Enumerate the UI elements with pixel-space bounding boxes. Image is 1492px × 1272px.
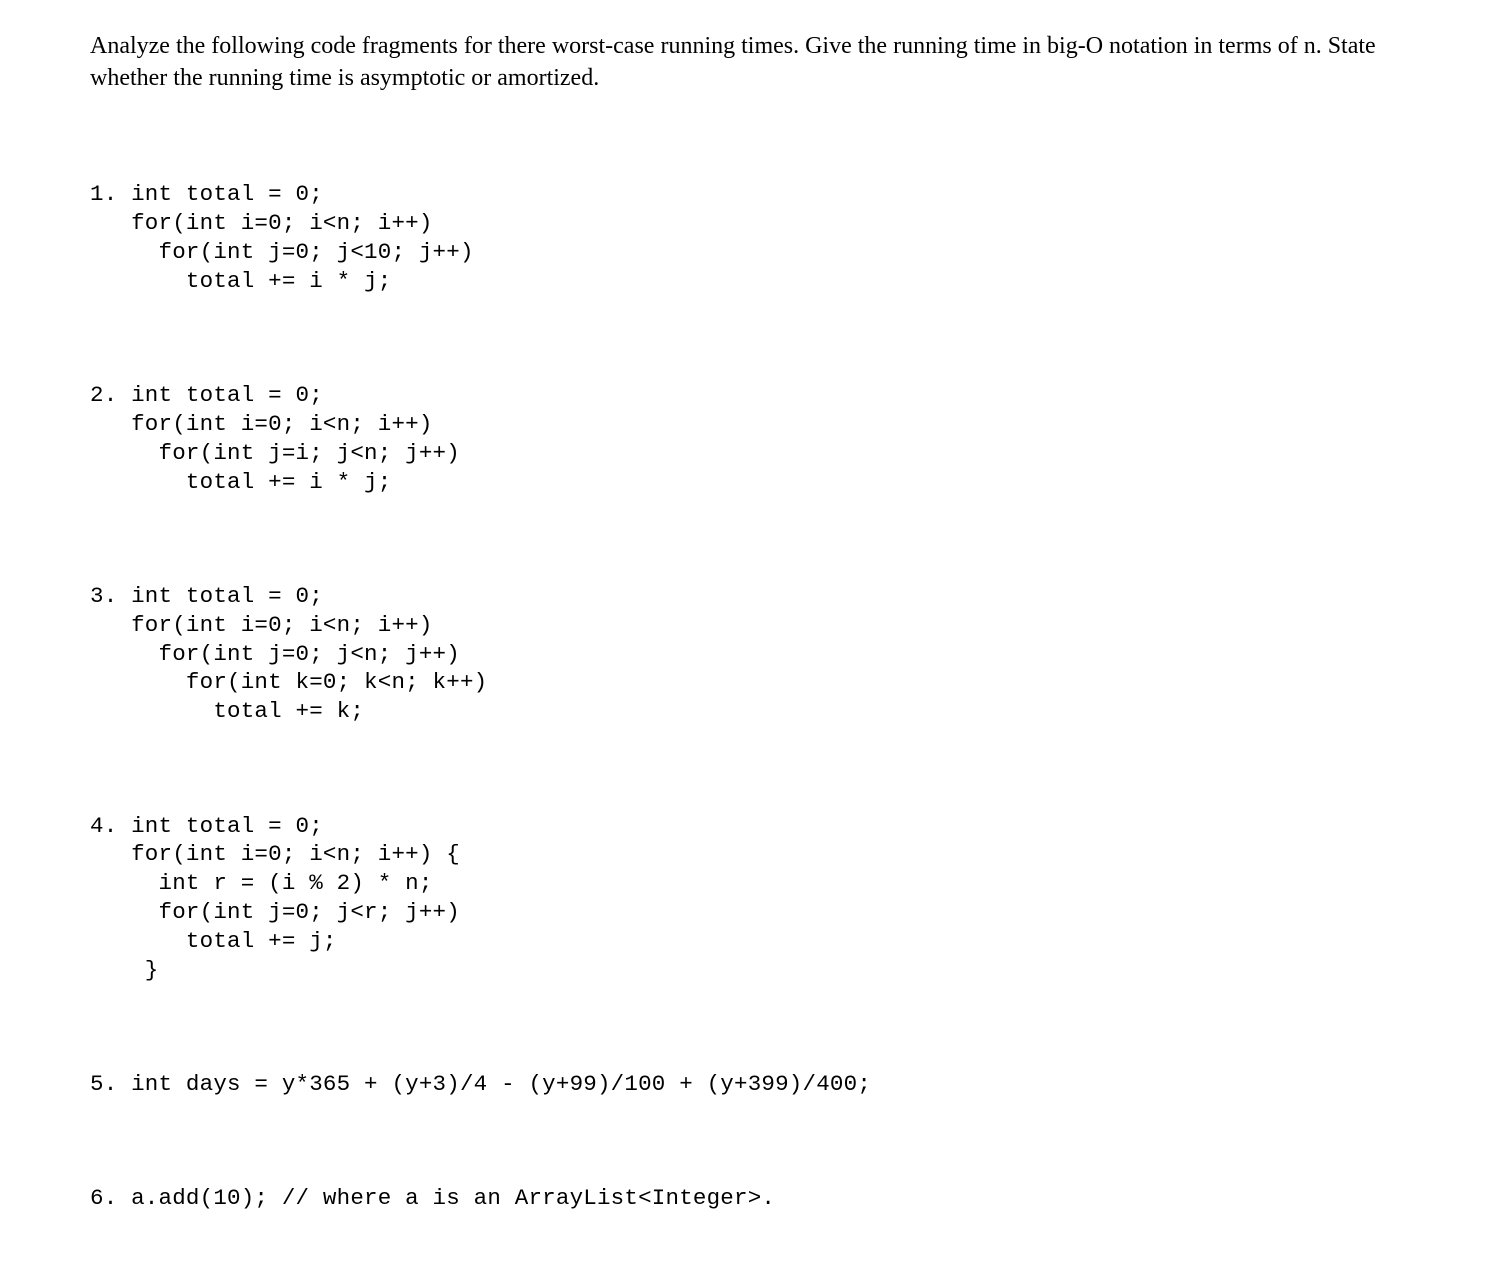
code-line: total += i * j; xyxy=(90,268,391,294)
code-block-1: 1. int total = 0; for(int i=0; i<n; i++)… xyxy=(90,180,1402,295)
code-line: for(int k=0; k<n; k++) xyxy=(90,669,487,695)
code-line: for(int j=0; j<n; j++) xyxy=(90,641,460,667)
code-line: 3. int total = 0; xyxy=(90,583,323,609)
code-line: for(int i=0; i<n; i++) { xyxy=(90,841,460,867)
code-line: 2. int total = 0; xyxy=(90,382,323,408)
code-line: } xyxy=(90,957,159,983)
code-line: 5. int days = y*365 + (y+3)/4 - (y+99)/1… xyxy=(90,1071,871,1097)
code-line: 1. int total = 0; xyxy=(90,181,323,207)
intro-paragraph: Analyze the following code fragments for… xyxy=(90,30,1402,95)
code-block-5: 5. int days = y*365 + (y+3)/4 - (y+99)/1… xyxy=(90,1070,1402,1099)
code-line: total += i * j; xyxy=(90,469,391,495)
code-line: 4. int total = 0; xyxy=(90,813,323,839)
code-listing: 1. int total = 0; for(int i=0; i<n; i++)… xyxy=(90,123,1402,1242)
code-line: for(int j=0; j<10; j++) xyxy=(90,239,474,265)
code-line: total += j; xyxy=(90,928,337,954)
code-line: total += k; xyxy=(90,698,364,724)
code-line: for(int j=i; j<n; j++) xyxy=(90,440,460,466)
code-block-4: 4. int total = 0; for(int i=0; i<n; i++)… xyxy=(90,812,1402,985)
code-block-6: 6. a.add(10); // where a is an ArrayList… xyxy=(90,1184,1402,1213)
code-block-2: 2. int total = 0; for(int i=0; i<n; i++)… xyxy=(90,381,1402,496)
code-line: for(int i=0; i<n; i++) xyxy=(90,411,433,437)
code-line: int r = (i % 2) * n; xyxy=(90,870,433,896)
code-line: for(int i=0; i<n; i++) xyxy=(90,612,433,638)
code-line: for(int j=0; j<r; j++) xyxy=(90,899,460,925)
code-block-3: 3. int total = 0; for(int i=0; i<n; i++)… xyxy=(90,582,1402,726)
code-line: 6. a.add(10); // where a is an ArrayList… xyxy=(90,1185,775,1211)
code-line: for(int i=0; i<n; i++) xyxy=(90,210,433,236)
